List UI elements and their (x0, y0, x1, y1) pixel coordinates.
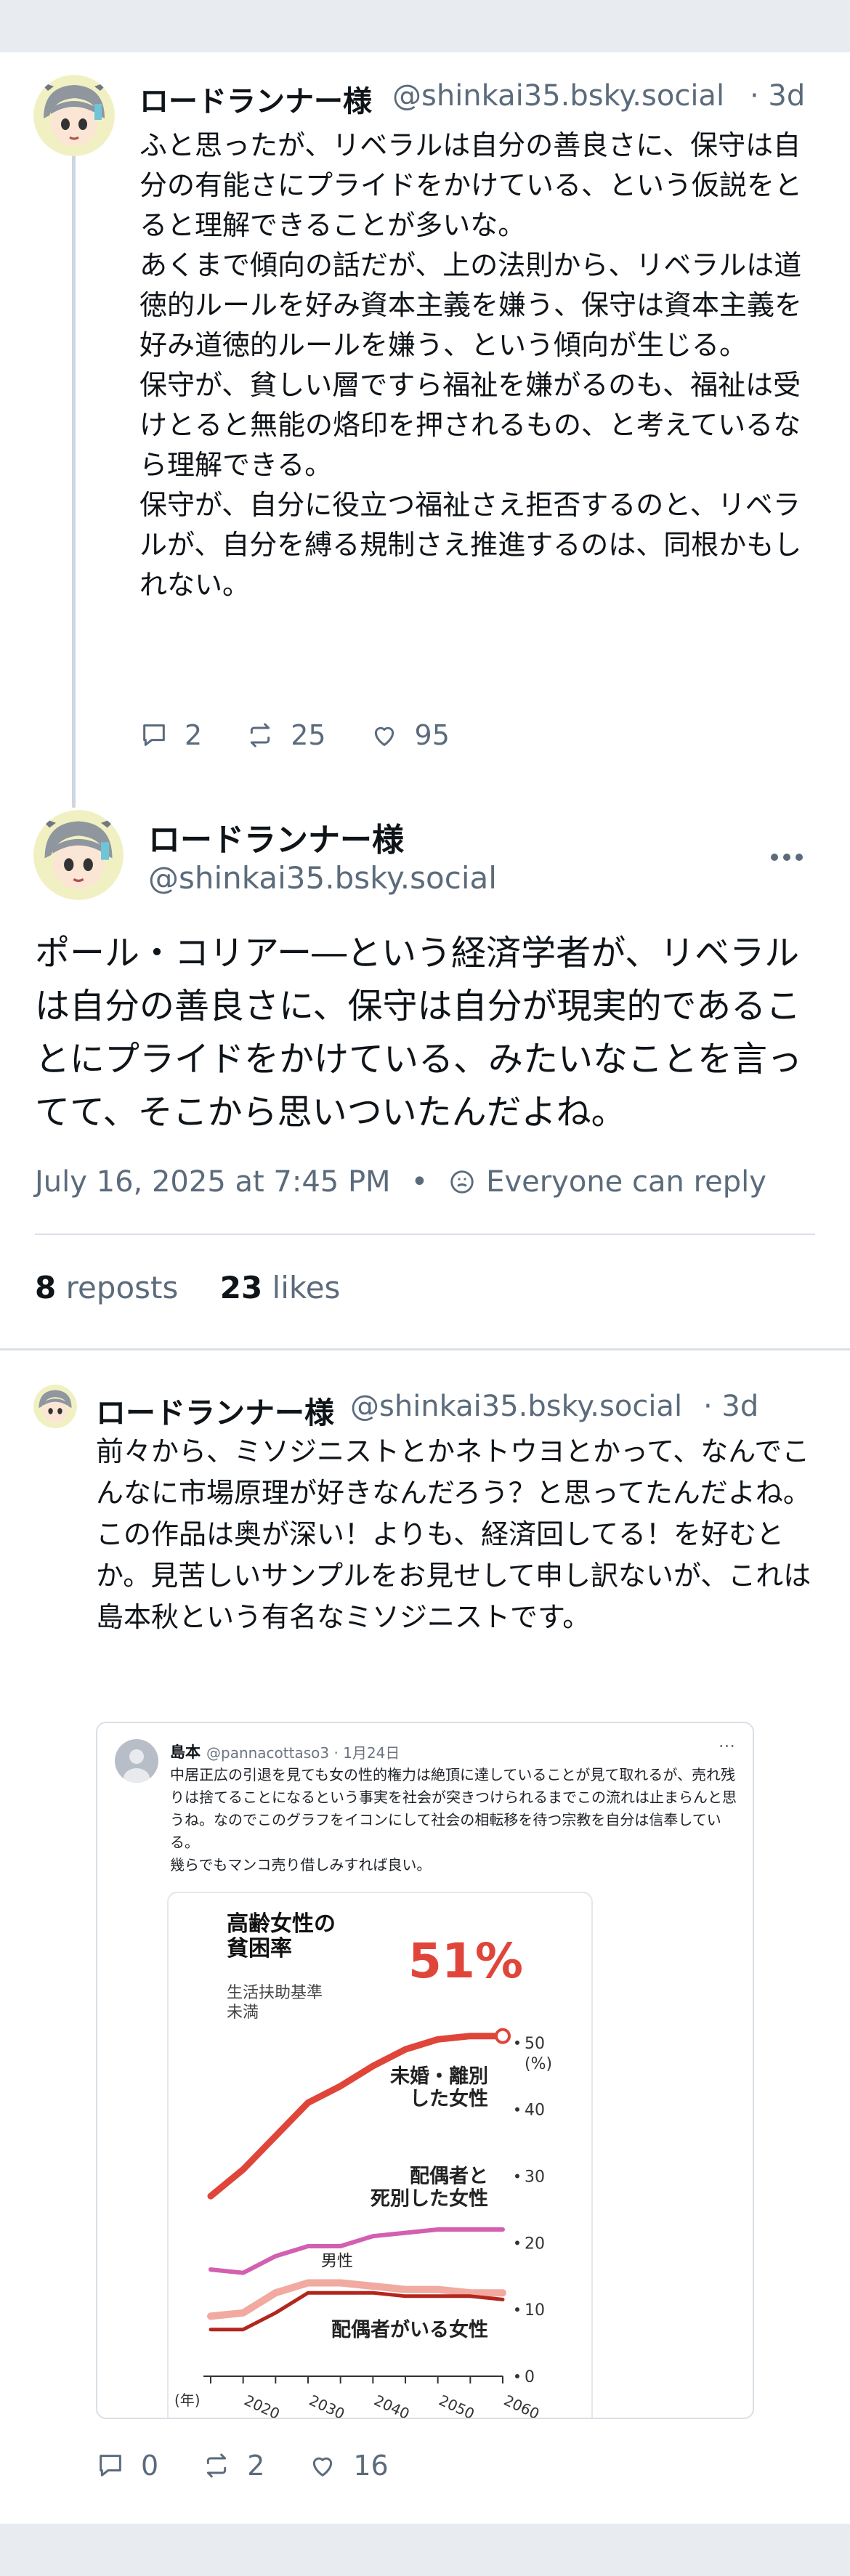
avatar-image (33, 810, 124, 900)
heart-icon (374, 726, 394, 746)
avatar[interactable] (33, 1385, 77, 1428)
series-label: 配偶者と (410, 2166, 488, 2188)
author-name[interactable]: ロードランナー様 (96, 1388, 334, 1432)
like-count: 16 (353, 2450, 389, 2482)
reply-count: 0 (141, 2450, 159, 2482)
post-timestamp[interactable]: July 16, 2025 at 7:45 PM (35, 1165, 391, 1199)
reply-icon (143, 724, 165, 746)
series-label: した女性 (410, 2087, 488, 2110)
reposts-label: reposts (65, 1270, 179, 1305)
more-options-button[interactable] (769, 851, 805, 866)
like-button[interactable]: 95 (370, 719, 450, 751)
like-button[interactable]: 16 (308, 2450, 389, 2482)
repost-button[interactable]: 25 (246, 719, 326, 751)
y-tick-label: 40 (525, 2102, 545, 2120)
repost-icon (251, 723, 270, 748)
embed-handle: @pannacottaso3 · 1月24日 (206, 1744, 400, 1762)
like-count: 95 (414, 719, 450, 751)
embed-more-icon: ··· (719, 1736, 735, 1757)
chart-card: 高齢女性の 貧困率 生活扶助基準 未満 51% 0 10 20 30 40 50 (%) 2020 203… (167, 1892, 593, 2419)
y-tick-dot (515, 2174, 519, 2179)
likes-count: 23 (219, 1270, 263, 1305)
y-tick-dot (515, 2240, 519, 2245)
likes-stat[interactable]: 23 likes (220, 1270, 341, 1305)
embed-author: 島本 (170, 1743, 201, 1761)
reply-setting-icon (450, 1170, 474, 1194)
post-actions: 2 25 95 (139, 719, 493, 751)
reply-setting[interactable]: Everyone can reply (486, 1165, 766, 1199)
post-text: 前々から、ミソジニストとかネトウヨとかって、なんでこんなに市場原理が好きなんだろ… (96, 1435, 811, 1633)
poverty-rate-chart: 高齢女性の貧困率生活扶助基準未満51%01020304050(%)2020 203… (174, 1911, 552, 2419)
y-tick-label: 0 (525, 2368, 535, 2386)
y-tick-label: 10 (525, 2301, 545, 2320)
reposts-count: 8 (35, 1270, 57, 1305)
x-tick-label: 2060 (501, 2391, 542, 2419)
avatar[interactable] (33, 810, 124, 900)
meta-separator: • (410, 1165, 429, 1199)
author-name[interactable]: ロードランナー様 (148, 814, 404, 860)
series-label: 死別した女性 (371, 2187, 488, 2211)
author-handle[interactable]: @shinkai35.bsky.social (392, 79, 734, 113)
heart-icon (313, 2457, 333, 2476)
y-tick-label: 50 (525, 2035, 545, 2053)
x-axis-label: (年) (174, 2391, 201, 2409)
post-actions: 0 2 16 (96, 2450, 432, 2482)
series-label: 未婚・離別 (390, 2065, 488, 2088)
y-tick-dot (515, 2107, 519, 2112)
chart-subtitle: 未満 (227, 2004, 259, 2022)
post-meta: July 16, 2025 at 7:45 PM • Everyone can … (35, 1165, 766, 1199)
reply-button[interactable]: 2 (139, 719, 202, 751)
post-stats: 8 reposts 23 likes (35, 1270, 340, 1305)
avatar-image (33, 75, 115, 156)
more-icon (771, 854, 803, 861)
bottom-band (0, 2524, 850, 2576)
series-line (209, 2227, 505, 2275)
y-tick-dot (515, 2307, 519, 2312)
avatar[interactable] (33, 75, 115, 156)
divider (35, 1234, 815, 1235)
author-handle[interactable]: @shinkai35.bsky.social (148, 860, 497, 896)
section-divider (0, 1348, 850, 1350)
chart-highlight: 51% (408, 1933, 523, 1989)
series-label: 配偶者がいる女性 (331, 2318, 488, 2341)
author-handle[interactable]: @shinkai35.bsky.social (350, 1390, 682, 1423)
reply-button[interactable]: 0 (96, 2450, 158, 2482)
y-unit-label: (%) (525, 2055, 552, 2073)
x-tick-label: 2030 (307, 2391, 347, 2419)
x-tick-label: 2040 (371, 2391, 412, 2419)
post-text: ふと思ったが、リベラルは自分の善良さに、保守は自分の有能さにプライドをかけている… (139, 129, 803, 601)
series-label: 男性 (321, 2253, 353, 2271)
y-tick-label: 30 (525, 2168, 545, 2187)
post-text: ポール・コリアー―という経済学者が、リベラルは自分の善良さに、保守は自分が現実的… (35, 933, 803, 1133)
reposts-stat[interactable]: 8 reposts (35, 1270, 178, 1305)
post-time[interactable]: · 3d (750, 79, 805, 113)
chart-title: 貧困率 (227, 1936, 292, 1961)
y-tick-label: 20 (525, 2235, 545, 2253)
series-end-marker (495, 2028, 511, 2044)
author-name[interactable]: ロードランナー様 (139, 78, 379, 120)
reply-count: 2 (185, 719, 203, 751)
y-tick-dot (515, 2374, 519, 2378)
likes-label: likes (272, 1270, 341, 1305)
x-tick-label: 2020 (242, 2391, 283, 2419)
repost-button[interactable]: 2 (202, 2450, 264, 2482)
embed-avatar (115, 1739, 158, 1783)
y-tick-dot (515, 2040, 519, 2045)
chart-title: 高齢女性の (227, 1911, 336, 1937)
repost-count: 25 (291, 719, 326, 751)
series-line (207, 2279, 506, 2320)
thread-line (72, 145, 76, 808)
reply-icon (100, 2455, 121, 2476)
embedded-image[interactable]: 島本 @pannacottaso3 · 1月24日 ··· 中居正広の引退を見て… (96, 1722, 754, 2419)
embed-text: 中居正広の引退を見ても女の性的権力は絶頂に達していることが見て取れるが、売れ残り… (170, 1766, 737, 1874)
repost-count: 2 (247, 2450, 265, 2482)
chart-subtitle: 生活扶助基準 (227, 1984, 323, 2002)
top-band (0, 0, 850, 52)
avatar-image (33, 1385, 77, 1428)
repost-icon (207, 2453, 227, 2478)
post-time[interactable]: · 3d (703, 1390, 758, 1423)
x-tick-label: 2050 (437, 2391, 477, 2419)
